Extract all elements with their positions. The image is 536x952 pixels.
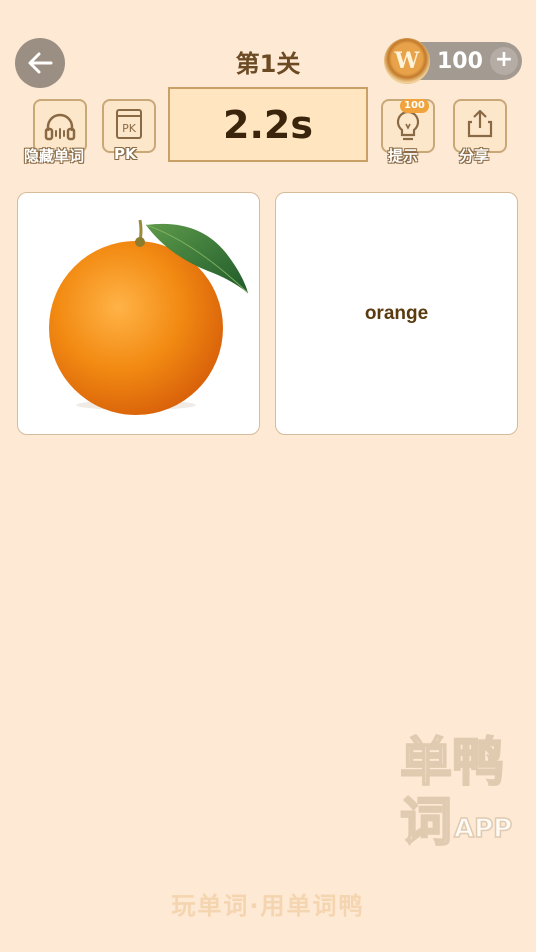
hide-word-label: 隐藏单词 bbox=[24, 147, 85, 165]
svg-text:APP: APP bbox=[454, 814, 512, 844]
lightbulb-icon bbox=[396, 110, 420, 141]
pk-label: PK bbox=[114, 145, 137, 163]
orange-image bbox=[49, 219, 249, 415]
svg-text:词: 词 bbox=[400, 793, 452, 852]
back-arrow-icon bbox=[28, 52, 53, 74]
image-card[interactable] bbox=[17, 192, 260, 435]
word-text: orange bbox=[364, 303, 429, 324]
svg-text:单鸭: 单鸭 bbox=[400, 733, 504, 793]
pk-icon: PK bbox=[116, 109, 142, 139]
footer-slogan: 玩单词·用单词鸭 bbox=[171, 892, 365, 920]
level-title: 第1关 bbox=[235, 50, 301, 78]
app-watermark: 单鸭 词 APP bbox=[396, 722, 531, 854]
share-icon bbox=[467, 109, 493, 138]
svg-text:PK: PK bbox=[122, 122, 137, 135]
coin-icon: W bbox=[384, 38, 430, 84]
coin-balance[interactable]: W 100 + bbox=[384, 38, 522, 84]
word-card[interactable]: orange bbox=[275, 192, 518, 435]
headphones-icon bbox=[44, 113, 76, 141]
coin-count: 100 bbox=[437, 49, 483, 74]
hint-cost-badge: 100 bbox=[400, 99, 429, 113]
back-button[interactable] bbox=[15, 38, 65, 88]
share-label: 分享 bbox=[459, 147, 490, 165]
add-coins-button[interactable]: + bbox=[490, 47, 518, 75]
hint-label: 提示 bbox=[388, 147, 419, 165]
timer-display: 2.2s bbox=[168, 87, 368, 162]
